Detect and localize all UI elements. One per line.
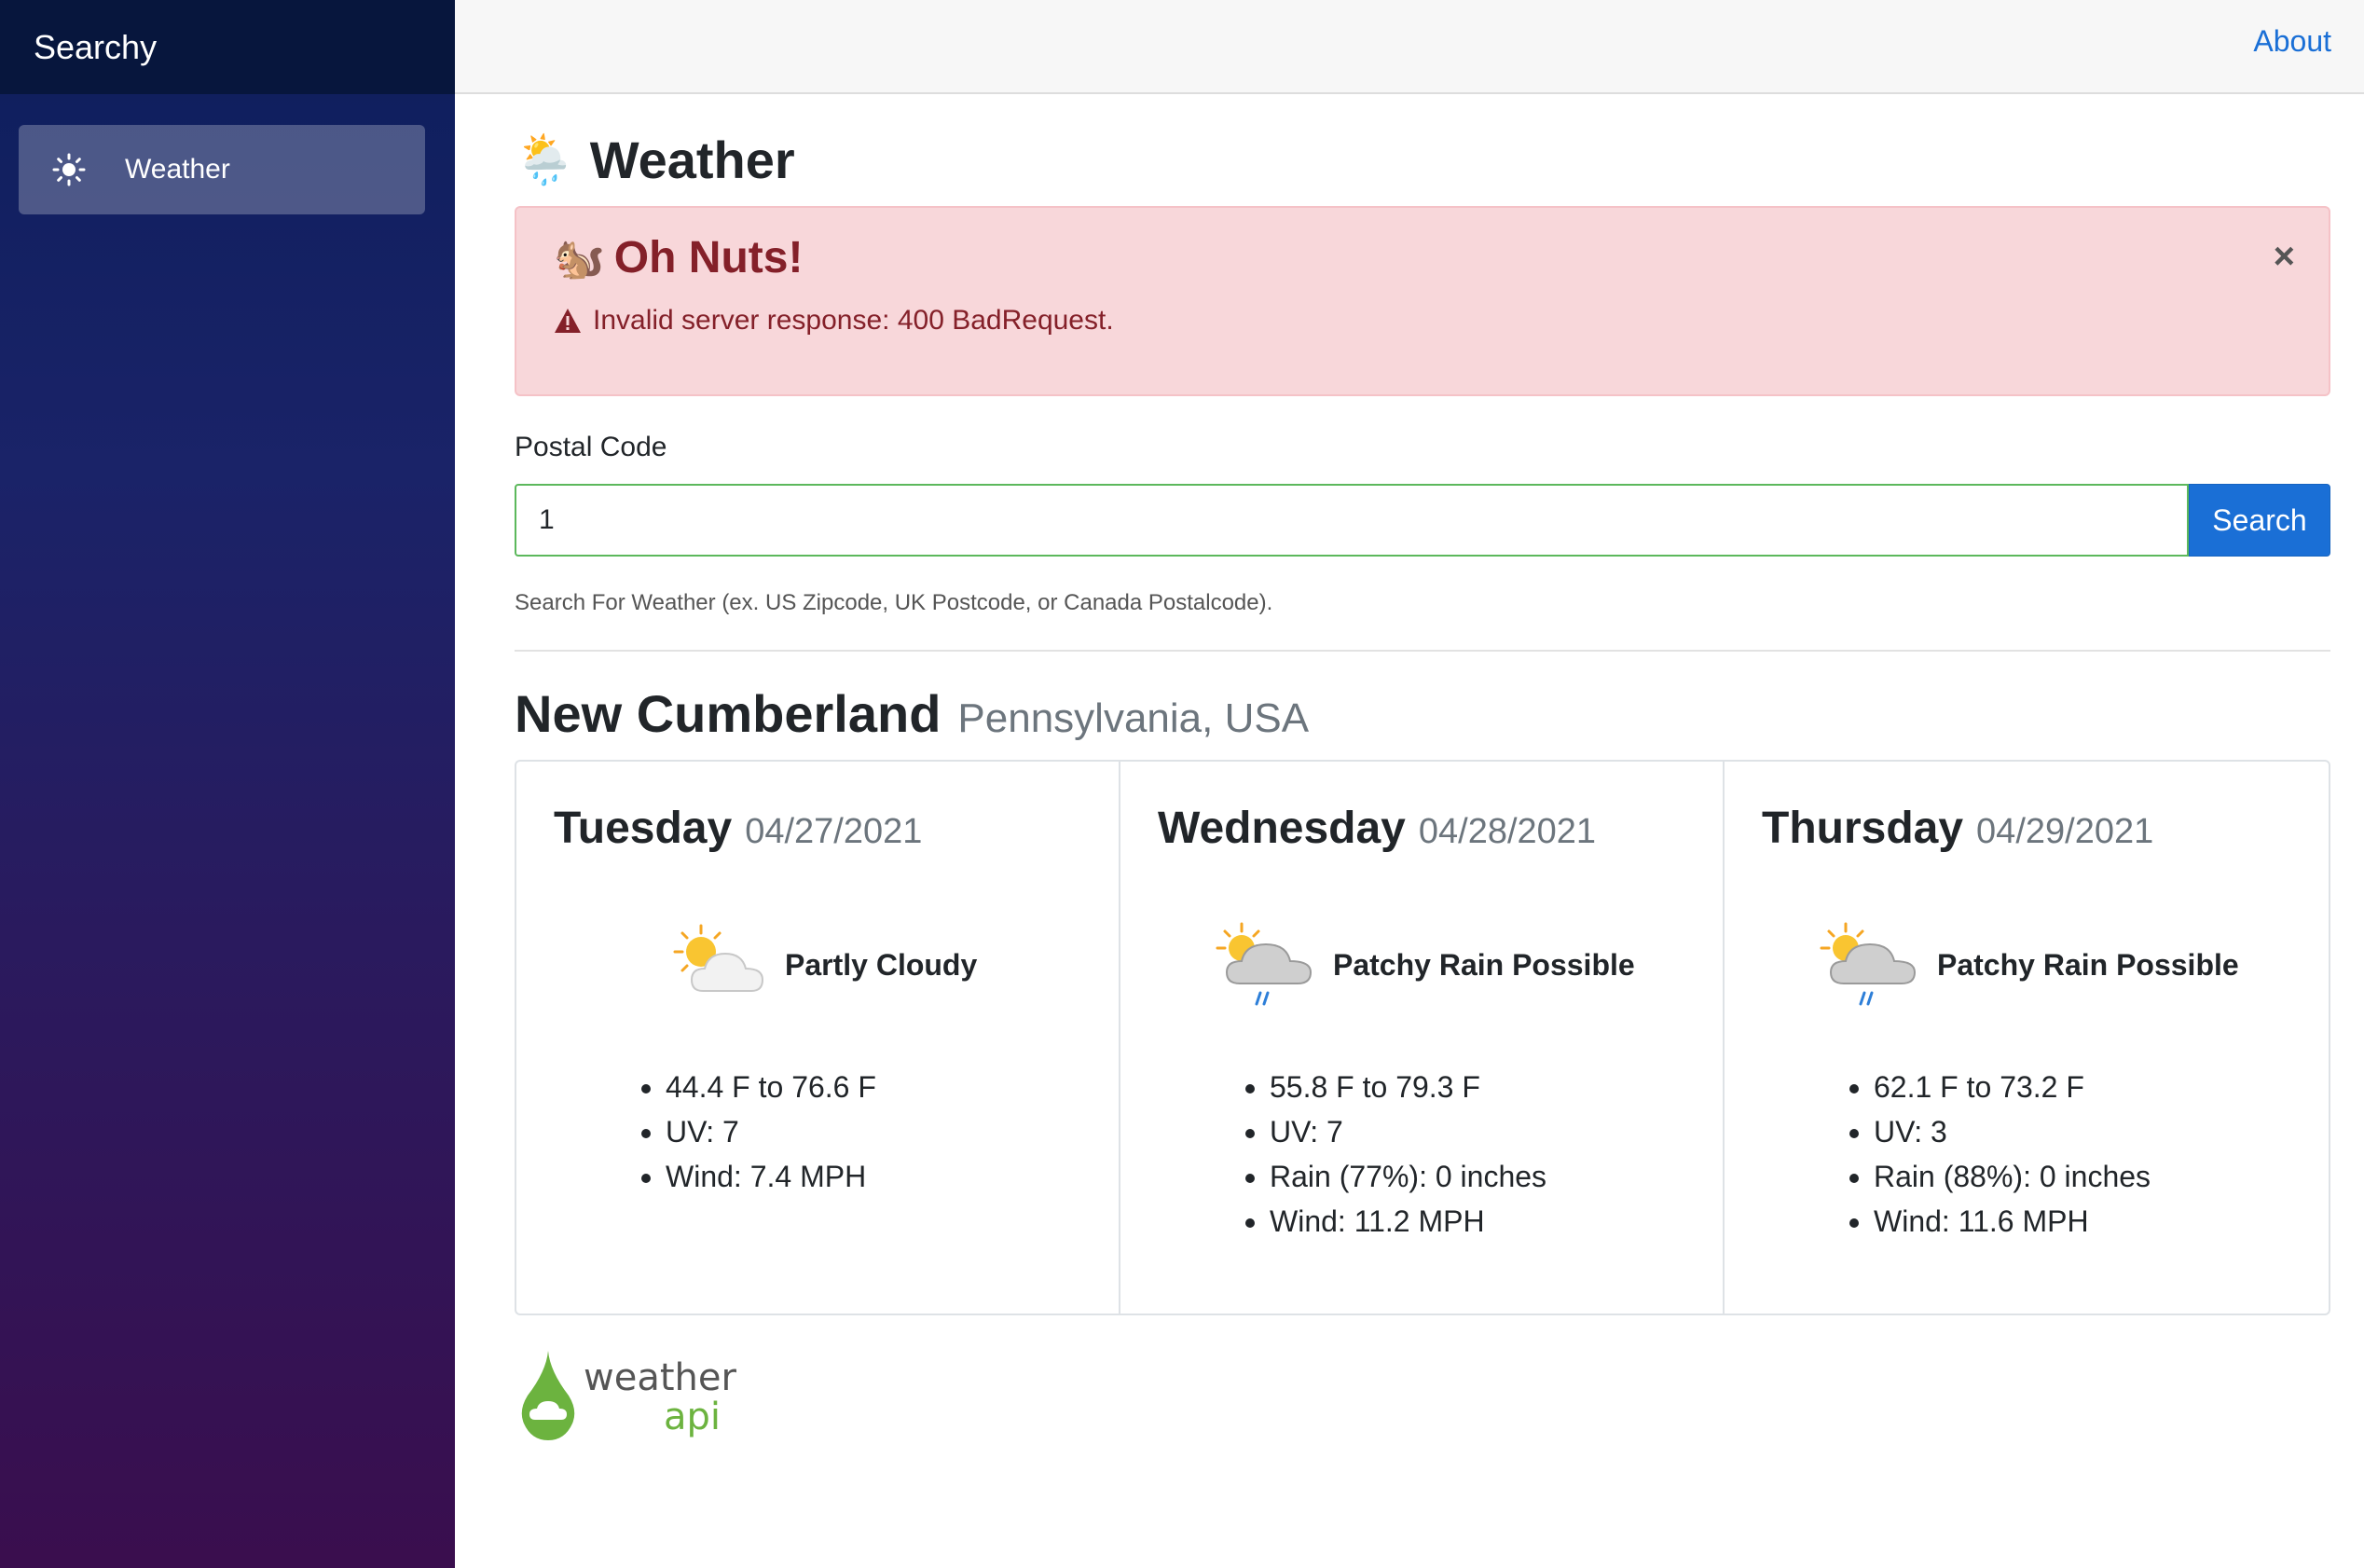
forecast-stat: Rain (77%): 0 inches xyxy=(1270,1154,1546,1199)
forecast-cards: Tuesday 04/27/2021 Partly Cloudy 44.4 F … xyxy=(515,760,2330,1315)
search-help-text: Search For Weather (ex. US Zipcode, UK P… xyxy=(515,590,1273,615)
weatherapi-logo[interactable]: weather api xyxy=(515,1343,738,1446)
sun-icon xyxy=(50,151,88,188)
alert-message: Invalid server response: 400 BadRequest. xyxy=(554,305,1114,337)
alert-title: 🐿️ Oh Nuts! xyxy=(554,232,803,283)
partly-cloudy-icon xyxy=(673,924,764,992)
page-title-text: Weather xyxy=(589,131,795,189)
forecast-day: Tuesday xyxy=(554,804,733,853)
forecast-card: Tuesday 04/27/2021 Partly Cloudy 44.4 F … xyxy=(516,762,1120,1314)
location-region: Pennsylvania, USA xyxy=(957,695,1310,741)
forecast-stat: UV: 7 xyxy=(1270,1109,1546,1154)
sidebar-item-label: Weather xyxy=(125,154,230,185)
forecast-condition: Partly Cloudy xyxy=(666,918,977,1011)
alert-title-text: Oh Nuts! xyxy=(613,233,804,282)
forecast-stat: Wind: 11.2 MPH xyxy=(1270,1199,1546,1244)
logo-text-api: api xyxy=(664,1396,721,1438)
page-title: 🌦️ Weather xyxy=(515,130,795,190)
forecast-card-header: Thursday 04/29/2021 xyxy=(1762,803,2153,854)
forecast-condition: Patchy Rain Possible xyxy=(1214,918,1635,1011)
forecast-stat: UV: 3 xyxy=(1874,1109,2151,1154)
forecast-stat: 62.1 F to 73.2 F xyxy=(1874,1065,2151,1109)
forecast-card: Thursday 04/29/2021 Patchy Rain Possible xyxy=(1725,762,2329,1314)
top-navbar: About xyxy=(455,0,2364,94)
warning-icon xyxy=(554,308,582,334)
close-icon[interactable]: × xyxy=(2274,236,2295,278)
squirrel-icon: 🐿️ xyxy=(554,235,605,282)
error-alert: 🐿️ Oh Nuts! Invalid server response: 400… xyxy=(515,206,2330,396)
forecast-condition-label: Patchy Rain Possible xyxy=(1937,947,2239,982)
brand-title[interactable]: Searchy xyxy=(0,0,455,94)
forecast-stats: 55.8 F to 79.3 F UV: 7 Rain (77%): 0 inc… xyxy=(1270,1065,1546,1244)
postal-code-label: Postal Code xyxy=(515,432,667,462)
forecast-day: Thursday xyxy=(1762,804,1964,853)
postal-code-input[interactable] xyxy=(515,484,2189,557)
divider xyxy=(515,650,2330,652)
forecast-day: Wednesday xyxy=(1158,804,1406,853)
forecast-card-header: Wednesday 04/28/2021 xyxy=(1158,803,1596,854)
forecast-date: 04/28/2021 xyxy=(1418,812,1597,851)
weather-emoji-icon: 🌦️ xyxy=(515,133,575,187)
patchy-rain-icon xyxy=(1216,922,1313,1006)
forecast-condition-label: Partly Cloudy xyxy=(785,947,978,982)
forecast-stat: Wind: 7.4 MPH xyxy=(666,1154,876,1199)
logo-text-weather: weather xyxy=(584,1356,736,1399)
sidebar: Searchy Weather xyxy=(0,0,455,1568)
search-input-group: Search xyxy=(515,484,2330,557)
alert-message-text: Invalid server response: 400 BadRequest. xyxy=(593,305,1114,336)
patchy-rain-icon xyxy=(1820,922,1917,1006)
forecast-stats: 62.1 F to 73.2 F UV: 3 Rain (88%): 0 inc… xyxy=(1874,1065,2151,1244)
forecast-stats: 44.4 F to 76.6 F UV: 7 Wind: 7.4 MPH xyxy=(666,1065,876,1199)
location-city: New Cumberland xyxy=(515,684,941,743)
forecast-condition-label: Patchy Rain Possible xyxy=(1333,947,1635,982)
forecast-stat: Rain (88%): 0 inches xyxy=(1874,1154,2151,1199)
forecast-stat: 55.8 F to 79.3 F xyxy=(1270,1065,1546,1109)
forecast-stat: 44.4 F to 76.6 F xyxy=(666,1065,876,1109)
search-button[interactable]: Search xyxy=(2189,484,2330,557)
forecast-card-header: Tuesday 04/27/2021 xyxy=(554,803,922,854)
forecast-stat: Wind: 11.6 MPH xyxy=(1874,1199,2151,1244)
sidebar-item-weather[interactable]: Weather xyxy=(19,125,425,214)
forecast-date: 04/29/2021 xyxy=(1976,812,2154,851)
forecast-date: 04/27/2021 xyxy=(745,812,923,851)
location-heading: New Cumberland Pennsylvania, USA xyxy=(515,683,1309,744)
forecast-condition: Patchy Rain Possible xyxy=(1818,918,2239,1011)
about-link[interactable]: About xyxy=(2253,24,2331,59)
forecast-stat: UV: 7 xyxy=(666,1109,876,1154)
forecast-card: Wednesday 04/28/2021 Patchy Rain Possibl… xyxy=(1120,762,1725,1314)
